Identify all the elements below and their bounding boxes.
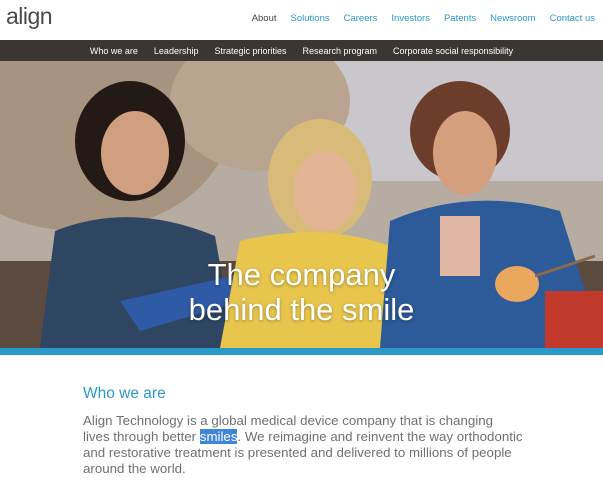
hero-title-line2: behind the smile [188,292,415,327]
sub-nav: Who we are Leadership Strategic prioriti… [0,40,603,61]
hero-title: The company behind the smile [0,257,603,327]
hero-title-line1: The company [207,257,396,292]
nav-contact-us[interactable]: Contact us [550,13,595,24]
section-heading: Who we are [83,385,166,402]
section-body: Align Technology is a global medical dev… [83,413,523,477]
header: align About Solutions Careers Investors … [0,0,603,40]
subnav-who-we-are[interactable]: Who we are [90,46,138,56]
subnav-research-program[interactable]: Research program [303,46,378,56]
hero-image: The company behind the smile [0,61,603,348]
nav-careers[interactable]: Careers [344,13,378,24]
main-nav: About Solutions Careers Investors Patent… [238,13,595,24]
subnav-corporate-social-responsibility[interactable]: Corporate social responsibility [393,46,513,56]
subnav-strategic-priorities[interactable]: Strategic priorities [214,46,286,56]
nav-newsroom[interactable]: Newsroom [490,13,535,24]
subnav-leadership[interactable]: Leadership [154,46,199,56]
hero-accent-bar [0,348,603,355]
nav-investors[interactable]: Investors [391,13,430,24]
nav-solutions[interactable]: Solutions [291,13,330,24]
nav-patents[interactable]: Patents [444,13,476,24]
selected-text: smiles [199,429,238,444]
nav-about[interactable]: About [252,13,277,24]
align-logo[interactable]: align [6,3,53,30]
